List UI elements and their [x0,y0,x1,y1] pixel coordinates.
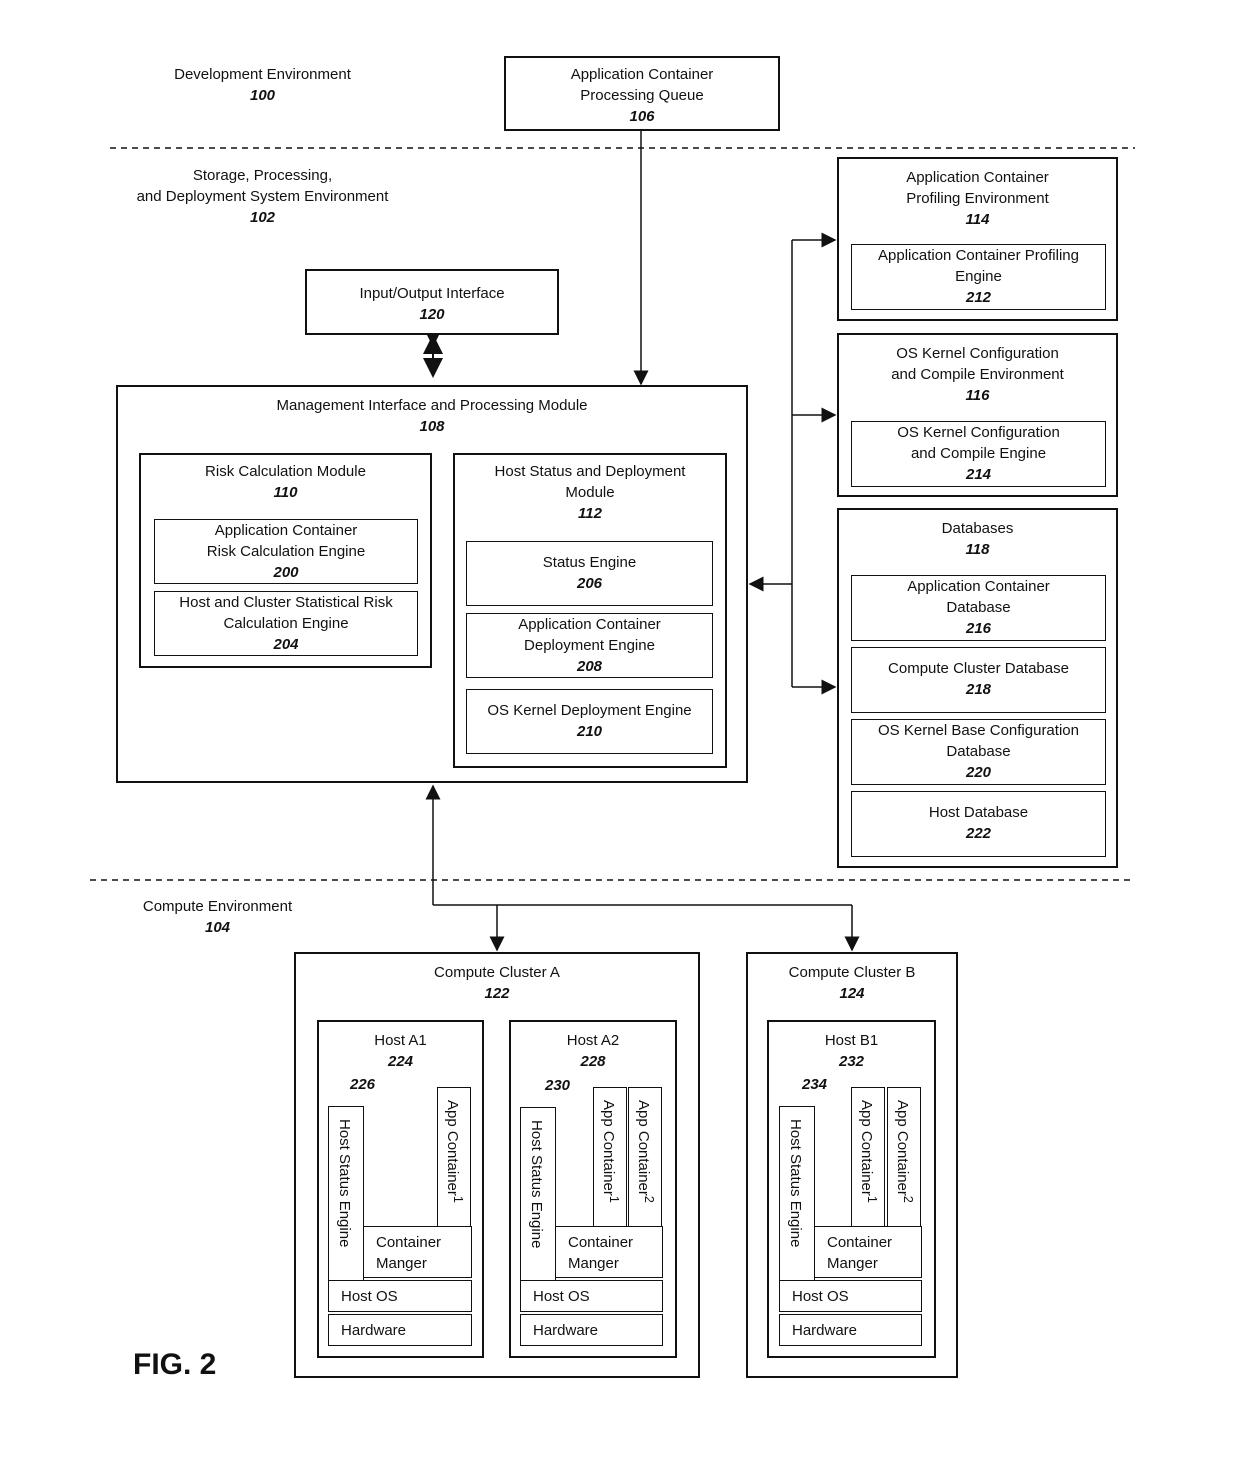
io-interface-box[interactable]: Input/Output Interface 120 [305,269,559,335]
container-manager-b1[interactable]: Container Manger [814,1226,922,1278]
risk-calculation-module[interactable]: Risk Calculation Module 110 Application C… [139,453,432,668]
app-container-2-b1[interactable]: App Container2 [887,1087,921,1227]
profiling-engine-212[interactable]: Application Container Profiling Engine 212 [851,244,1106,310]
ref-234: 234 [802,1076,828,1093]
host-os-b1[interactable]: Host OS [779,1280,922,1312]
app-container-1-a1[interactable]: App Container1 [437,1087,471,1227]
kernel-deployment-engine-210[interactable]: OS Kernel Deployment Engine 210 [466,689,713,754]
kernel-compile-engine-214[interactable]: OS Kernel Configuration and Compile Engin… [851,421,1106,487]
database-222[interactable]: Host Database 222 [851,791,1106,857]
status-engine-206[interactable]: Status Engine 206 [466,541,713,606]
database-216[interactable]: Application Container Database 216 [851,575,1106,641]
ref-226: 226 [350,1076,376,1093]
database-218[interactable]: Compute Cluster Database 218 [851,647,1106,713]
deployment-engine-208[interactable]: Application Container Deployment Engine 20… [466,613,713,678]
host-status-engine-a1[interactable]: Host Status Engine [328,1106,364,1281]
app-container-2-a2[interactable]: App Container2 [628,1087,662,1227]
risk-engine-200[interactable]: Application Container Risk Calculation En… [154,519,418,584]
hardware-a2[interactable]: Hardware [520,1314,663,1346]
host-status-deployment-module[interactable]: Host Status and Deployment Module 112 Stat… [453,453,727,768]
profiling-environment-box[interactable]: Application Container Profiling Environme… [837,157,1118,321]
container-manager-a2[interactable]: Container Manger [555,1226,663,1278]
figure-label: FIG. 2 [133,1348,217,1381]
database-220[interactable]: OS Kernel Base Configuration Database 220 [851,719,1106,785]
host-status-engine-b1[interactable]: Host Status Engine [779,1106,815,1281]
host-os-a1[interactable]: Host OS [328,1280,472,1312]
container-manager-a1[interactable]: Container Manger [363,1226,472,1278]
databases-box[interactable]: Databases 118 Application Container Databa… [837,508,1118,868]
management-module-box[interactable]: Management Interface and Processing Modu… [116,385,748,783]
app-container-1-b1[interactable]: App Container1 [851,1087,885,1227]
host-os-a2[interactable]: Host OS [520,1280,663,1312]
ref-230: 230 [545,1077,571,1094]
kernel-compile-environment-box[interactable]: OS Kernel Configuration and Compile Envir… [837,333,1118,497]
processing-queue-box[interactable]: Application Container Processing Queue 106 [504,56,780,131]
host-status-engine-a2[interactable]: Host Status Engine [520,1107,556,1281]
hardware-b1[interactable]: Hardware [779,1314,922,1346]
app-container-1-a2[interactable]: App Container1 [593,1087,627,1227]
hardware-a1[interactable]: Hardware [328,1314,472,1346]
risk-engine-204[interactable]: Host and Cluster Statistical Risk Calcula… [154,591,418,656]
